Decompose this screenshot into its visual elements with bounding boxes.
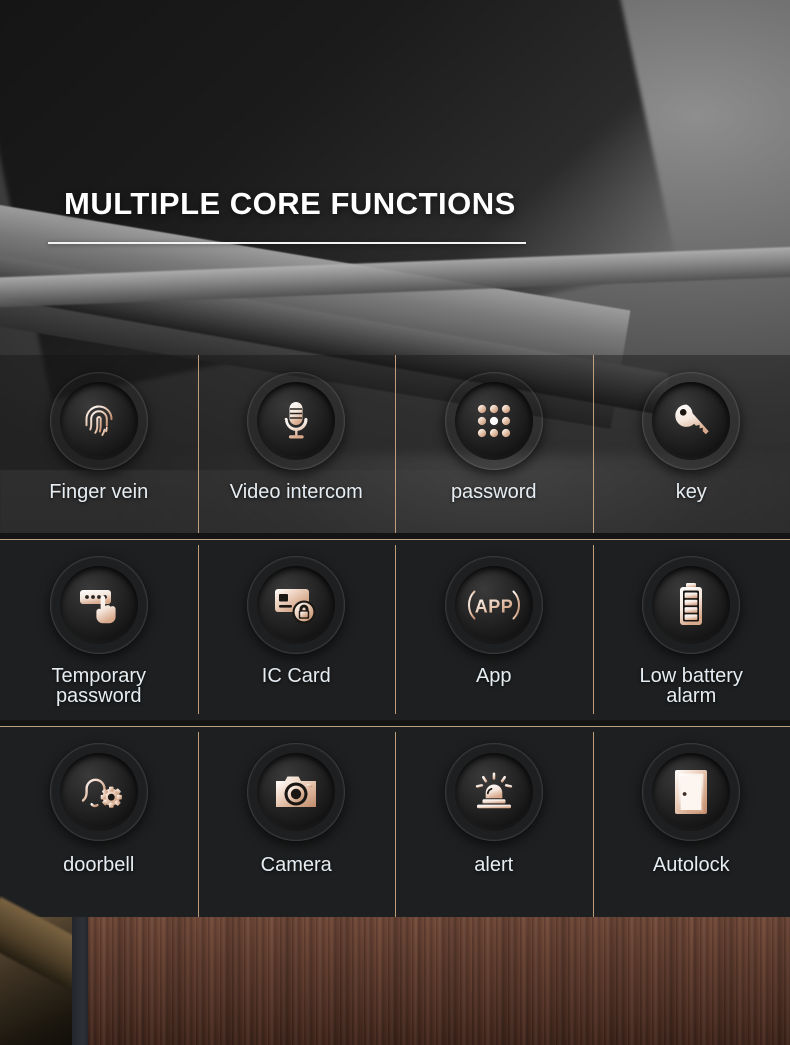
badge-inner [59, 753, 138, 831]
feature-label: Autolock [652, 854, 730, 876]
badge [445, 372, 543, 470]
keypad-dots-icon [477, 404, 510, 438]
feature-cell-ic-card[interactable]: IC Card [197, 539, 396, 720]
feature-label: doorbell [63, 854, 135, 876]
badge [247, 743, 345, 841]
badge-inner [59, 382, 138, 460]
badge-inner [257, 566, 336, 644]
badge [642, 743, 740, 841]
product-door-photo [0, 917, 790, 1045]
badge-inner [59, 566, 138, 644]
card-lock-icon [275, 589, 316, 624]
feature-label: App [475, 665, 512, 687]
feature-label: Low battery alarm [639, 665, 743, 708]
feature-cell-finger-vein[interactable]: Finger vein [0, 355, 198, 533]
siren-icon [475, 772, 512, 809]
promo-page: MULTIPLE CORE FUNCTIONS Finger vein Vide… [0, 0, 790, 1045]
feature-row-2: Temporary password IC Card APP App Low b… [0, 539, 790, 720]
battery-icon [680, 583, 703, 625]
feature-label: IC Card [261, 665, 331, 687]
feature-cell-password[interactable]: password [395, 355, 593, 533]
feature-cell-alert[interactable]: alert [395, 726, 593, 931]
password-hand-icon [79, 590, 116, 624]
badge [247, 556, 345, 654]
feature-label: Temporary password [51, 665, 146, 708]
key-icon [675, 404, 709, 435]
feature-cell-autolock[interactable]: Autolock [592, 726, 790, 931]
feature-cell-low-battery-alarm[interactable]: Low battery alarm [592, 539, 790, 720]
badge-inner: APP [454, 566, 533, 644]
bell-gear-icon [81, 775, 122, 808]
feature-grid: Finger vein Video intercom password key … [0, 355, 790, 931]
door-wood-panel [88, 917, 790, 1045]
feature-row-1: Finger vein Video intercom password key [0, 355, 790, 533]
feature-cell-doorbell[interactable]: doorbell [0, 726, 198, 931]
feature-label: Video intercom [229, 481, 363, 503]
header: MULTIPLE CORE FUNCTIONS [48, 186, 526, 244]
fingerprint-icon [85, 405, 113, 436]
badge-inner [652, 753, 731, 831]
camera-icon [276, 776, 317, 807]
app-bracket-icon: APP [467, 590, 520, 620]
svg-text:APP: APP [474, 597, 513, 617]
door-icon [675, 770, 708, 814]
microphone-icon [284, 402, 308, 439]
badge-inner [257, 753, 336, 831]
feature-label: key [675, 481, 707, 503]
feature-cell-key[interactable]: key [592, 355, 790, 533]
feature-label: Finger vein [49, 481, 149, 503]
badge-inner [652, 566, 731, 644]
feature-label: Camera [260, 854, 332, 876]
badge [642, 556, 740, 654]
badge-inner [454, 753, 533, 831]
badge [247, 372, 345, 470]
feature-cell-app[interactable]: APP App [395, 539, 593, 720]
badge [642, 372, 740, 470]
feature-label: alert [474, 854, 514, 876]
feature-row-3: doorbell Camera alert Autolock [0, 726, 790, 931]
badge [445, 743, 543, 841]
badge: APP [445, 556, 543, 654]
badge [50, 743, 148, 841]
feature-cell-camera[interactable]: Camera [197, 726, 396, 931]
badge [50, 372, 148, 470]
feature-label: password [450, 481, 537, 503]
feature-cell-video-intercom[interactable]: Video intercom [197, 355, 396, 533]
title-underline [48, 242, 526, 244]
badge-inner [257, 382, 336, 460]
badge-inner [652, 382, 731, 460]
badge-inner [454, 382, 533, 460]
feature-cell-temporary-password[interactable]: Temporary password [0, 539, 198, 720]
badge [50, 556, 148, 654]
page-title: MULTIPLE CORE FUNCTIONS [64, 186, 516, 221]
